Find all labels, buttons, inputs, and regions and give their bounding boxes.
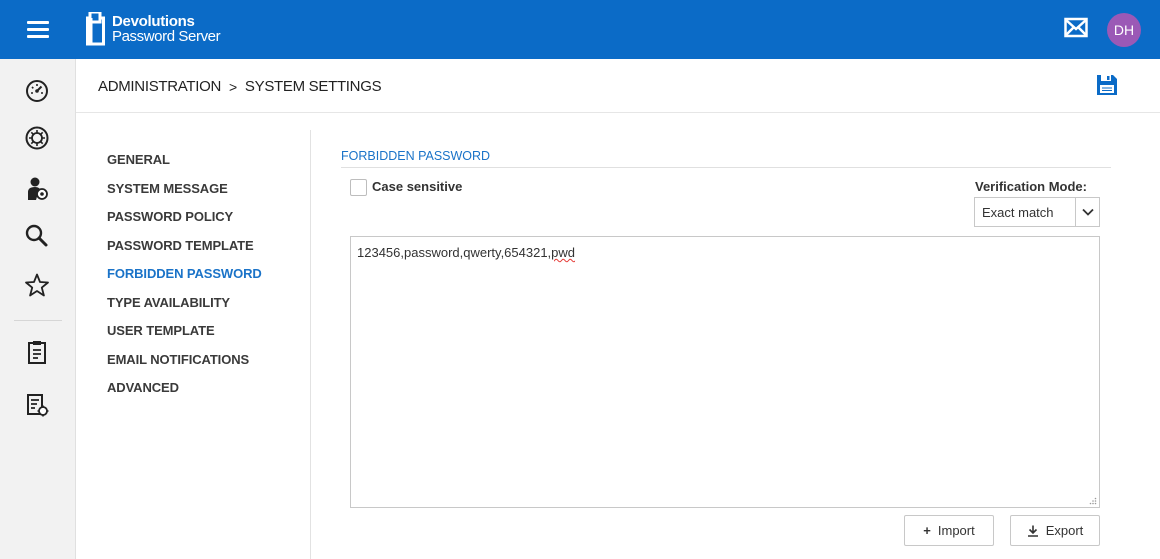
devolutions-logo-icon (86, 12, 105, 46)
breadcrumb-separator: > (229, 78, 237, 95)
forbidden-passwords-textarea[interactable]: 123456,password,qwerty,654321,pwd (350, 236, 1100, 508)
left-navigation (0, 59, 76, 559)
settings-item-user-template[interactable]: USER TEMPLATE (107, 317, 262, 346)
vault-icon[interactable] (24, 125, 50, 151)
dashboard-icon[interactable] (24, 78, 50, 104)
section-title: FORBIDDEN PASSWORD (341, 149, 491, 163)
main-menu-button[interactable] (0, 0, 76, 59)
chevron-down-icon (1075, 198, 1099, 226)
settings-item-general[interactable]: GENERAL (107, 146, 262, 175)
spellcheck-flagged-word: pwd (551, 245, 576, 260)
verification-mode-select[interactable]: Exact match (974, 197, 1100, 227)
settings-item-type-availability[interactable]: TYPE AVAILABILITY (107, 289, 262, 318)
settings-item-forbidden-password[interactable]: FORBIDDEN PASSWORD (107, 260, 262, 289)
settings-item-password-policy[interactable]: PASSWORD POLICY (107, 203, 262, 232)
export-button[interactable]: Export (1010, 515, 1100, 546)
user-management-icon[interactable] (24, 176, 50, 202)
breadcrumb-system-settings: SYSTEM SETTINGS (244, 78, 382, 95)
hamburger-icon (27, 21, 49, 38)
verification-mode-value: Exact match (982, 204, 1054, 220)
panel-divider (310, 130, 311, 559)
nav-separator (14, 320, 62, 321)
product-name: Password Server (112, 28, 221, 45)
top-bar: Devolutions Password Server DH (0, 0, 1160, 59)
settings-item-password-template[interactable]: PASSWORD TEMPLATE (107, 232, 262, 261)
case-sensitive-label[interactable]: Case sensitive (372, 179, 462, 194)
plus-icon: + (923, 523, 931, 538)
settings-item-advanced[interactable]: ADVANCED (107, 374, 262, 403)
app-logo[interactable]: Devolutions Password Server (86, 11, 221, 47)
import-label: Import (937, 523, 975, 538)
save-icon[interactable] (1096, 74, 1118, 96)
reports-icon[interactable] (24, 339, 50, 365)
search-icon[interactable] (24, 223, 50, 249)
mail-icon[interactable] (1064, 17, 1088, 39)
resize-grip-icon[interactable] (1089, 497, 1097, 505)
brand-name: Devolutions (112, 13, 195, 30)
download-icon (1027, 525, 1038, 537)
import-button[interactable]: + Import (904, 515, 994, 546)
settings-menu: GENERAL SYSTEM MESSAGE PASSWORD POLICY P… (107, 146, 262, 403)
section-divider (341, 167, 1111, 168)
passwords-text: 123456,password,qwerty,654321, (357, 245, 552, 260)
verification-mode-label: Verification Mode: (975, 179, 1087, 194)
export-label: Export (1045, 523, 1084, 538)
settings-item-email-notifications[interactable]: EMAIL NOTIFICATIONS (107, 346, 262, 375)
user-avatar[interactable]: DH (1107, 13, 1141, 47)
favorites-star-icon[interactable] (24, 272, 50, 298)
page-header: ADMINISTRATION > SYSTEM SETTINGS (76, 59, 1160, 113)
logs-icon[interactable] (24, 392, 50, 418)
settings-item-system-message[interactable]: SYSTEM MESSAGE (107, 175, 262, 204)
case-sensitive-checkbox[interactable] (350, 179, 367, 196)
breadcrumb-administration[interactable]: ADMINISTRATION (98, 78, 221, 95)
breadcrumb: ADMINISTRATION > SYSTEM SETTINGS (98, 78, 382, 95)
